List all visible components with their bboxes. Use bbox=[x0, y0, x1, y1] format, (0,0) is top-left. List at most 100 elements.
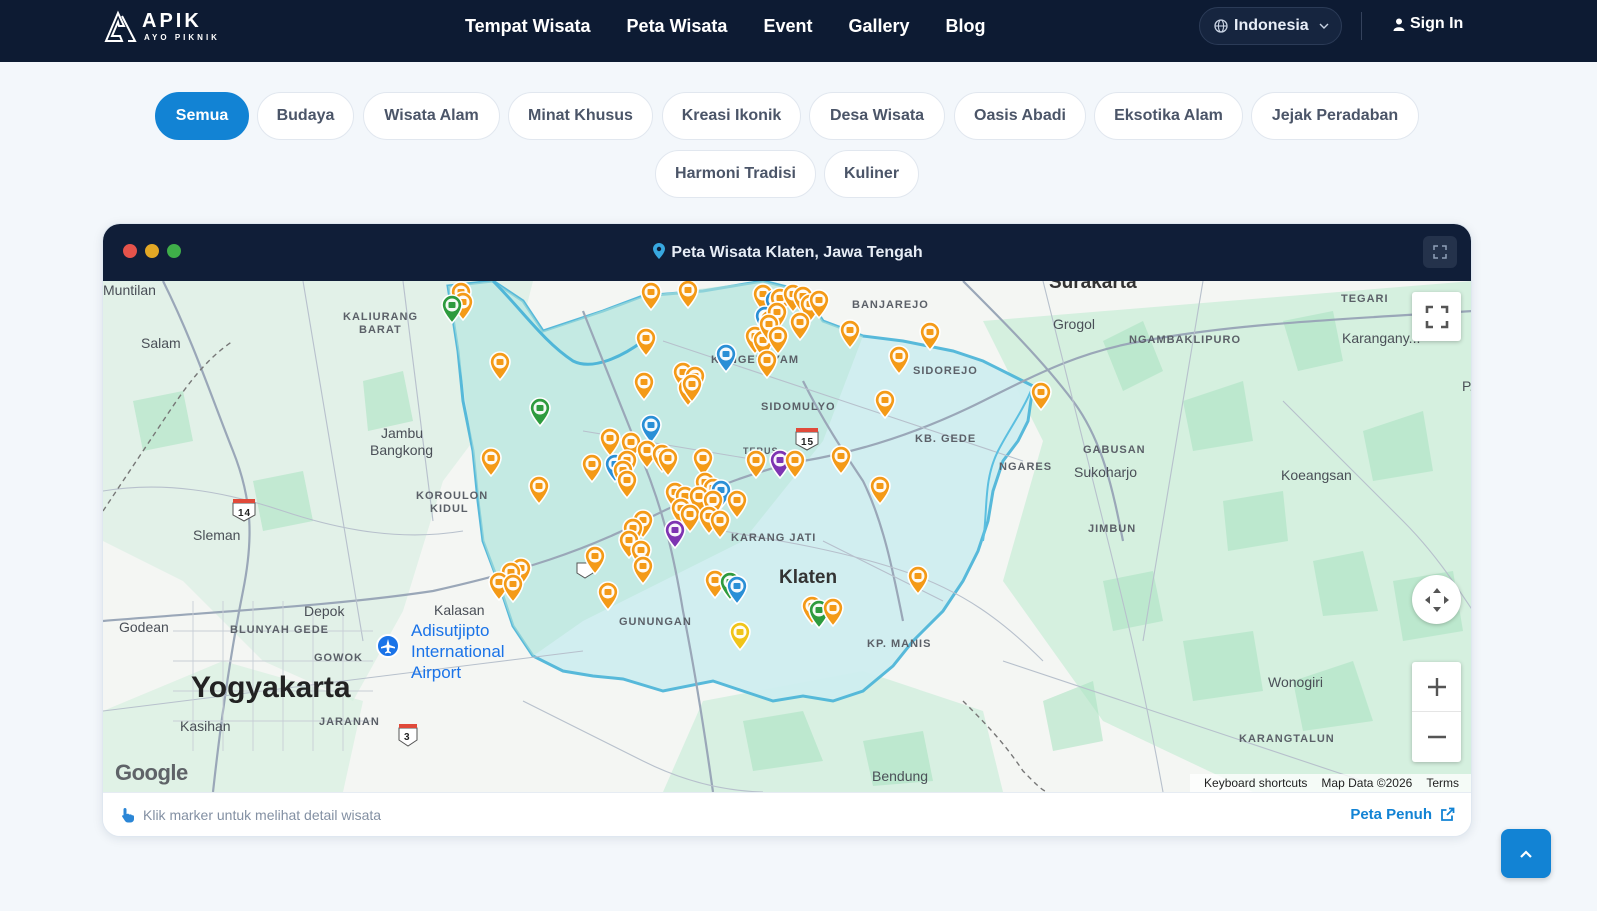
map-label-blunyah-gede: BLUNYAH GEDE bbox=[230, 624, 329, 636]
chip-eksotika-alam[interactable]: Eksotika Alam bbox=[1094, 92, 1243, 140]
map-label-gabusan: GABUSAN bbox=[1083, 444, 1146, 456]
language-selector[interactable]: Indonesia bbox=[1199, 7, 1342, 45]
map-pin-icon bbox=[653, 243, 666, 259]
road-shield-14: 14 bbox=[238, 508, 252, 519]
poi-marker-icon[interactable] bbox=[838, 319, 862, 349]
map-label-wonogiri: Wonogiri bbox=[1268, 674, 1323, 690]
map-label-kp-manis: KP. MANIS bbox=[867, 638, 932, 650]
poi-marker-icon[interactable] bbox=[615, 469, 639, 499]
zoom-out-button[interactable] bbox=[1412, 712, 1461, 762]
map-label-kalasan: Kalasan bbox=[434, 602, 485, 618]
map-pan-control[interactable] bbox=[1412, 575, 1461, 624]
map-canvas[interactable]: Muntilan Salam KALIURANG BARAT Surakarta… bbox=[103, 281, 1471, 792]
poi-marker-icon[interactable] bbox=[479, 447, 503, 477]
sign-in-button[interactable]: Sign In bbox=[1393, 15, 1463, 33]
poi-marker-icon[interactable] bbox=[632, 371, 656, 401]
poi-marker-icon[interactable] bbox=[906, 565, 930, 595]
brand-tagline: AYO PIKNIK bbox=[144, 33, 220, 42]
poi-marker-icon[interactable] bbox=[821, 597, 845, 627]
chip-oasis-abadi[interactable]: Oasis Abadi bbox=[954, 92, 1086, 140]
poi-marker-icon[interactable] bbox=[639, 281, 663, 311]
poi-marker-icon[interactable] bbox=[873, 389, 897, 419]
pan-icon bbox=[1424, 587, 1449, 612]
language-label: Indonesia bbox=[1234, 17, 1309, 34]
map-label-karanganyar: Karangany... bbox=[1342, 330, 1421, 346]
poi-marker-icon[interactable] bbox=[634, 327, 658, 357]
poi-marker-icon[interactable] bbox=[755, 349, 779, 379]
poi-marker-icon[interactable] bbox=[583, 545, 607, 575]
poi-marker-icon[interactable] bbox=[527, 475, 551, 505]
map-card-title-text: Peta Wisata Klaten, Jawa Tengah bbox=[671, 244, 923, 261]
map-label-koeangsan: Koeangsan bbox=[1281, 467, 1352, 483]
road-shield-3: 3 bbox=[404, 732, 411, 743]
map-label-godean: Godean bbox=[119, 619, 169, 635]
poi-marker-icon[interactable] bbox=[676, 281, 700, 309]
chip-budaya[interactable]: Budaya bbox=[257, 92, 354, 140]
nav-event[interactable]: Event bbox=[763, 16, 812, 37]
poi-marker-icon[interactable] bbox=[528, 397, 552, 427]
keyboard-shortcuts-link[interactable]: Keyboard shortcuts bbox=[1204, 776, 1307, 790]
map-fullscreen-button[interactable] bbox=[1412, 292, 1461, 341]
poi-marker-icon[interactable] bbox=[663, 519, 687, 549]
poi-marker-icon[interactable] bbox=[868, 475, 892, 505]
poi-marker-icon[interactable] bbox=[918, 321, 942, 351]
chip-semua[interactable]: Semua bbox=[155, 92, 249, 140]
map-label-kb-gede: KB. GEDE bbox=[915, 433, 977, 445]
poi-marker-icon[interactable] bbox=[708, 509, 732, 539]
map-label-salam: Salam bbox=[141, 335, 181, 351]
user-icon bbox=[1393, 18, 1405, 31]
map-label-depok: Depok bbox=[304, 603, 345, 619]
poi-marker-icon[interactable] bbox=[656, 447, 680, 477]
full-map-label: Peta Penuh bbox=[1350, 806, 1432, 823]
chip-desa-wisata[interactable]: Desa Wisata bbox=[809, 92, 945, 140]
map-card: Peta Wisata Klaten, Jawa Tengah Muntilan… bbox=[102, 223, 1472, 837]
map-hint: Klik marker untuk melihat detail wisata bbox=[121, 807, 381, 823]
poi-marker-icon[interactable] bbox=[783, 449, 807, 479]
poi-marker-icon[interactable] bbox=[829, 445, 853, 475]
terms-link[interactable]: Terms bbox=[1426, 776, 1459, 790]
poi-marker-icon[interactable] bbox=[1029, 381, 1053, 411]
poi-marker-icon[interactable] bbox=[488, 351, 512, 381]
poi-marker-icon[interactable] bbox=[596, 581, 620, 611]
nav-blog[interactable]: Blog bbox=[946, 16, 986, 37]
chip-wisata-alam[interactable]: Wisata Alam bbox=[363, 92, 500, 140]
poi-marker-icon[interactable] bbox=[728, 621, 752, 651]
chip-minat-khusus[interactable]: Minat Khusus bbox=[508, 92, 653, 140]
map-label-sidorejo: SIDOREJO bbox=[913, 365, 978, 377]
chip-kuliner[interactable]: Kuliner bbox=[824, 150, 919, 198]
nav-peta-wisata[interactable]: Peta Wisata bbox=[627, 16, 728, 37]
map-label-p: P. bbox=[1462, 378, 1471, 394]
chevron-down-icon bbox=[1319, 23, 1329, 29]
map-data-label: Map Data ©2026 bbox=[1321, 776, 1413, 790]
poi-marker-icon[interactable] bbox=[680, 373, 704, 403]
map-label-muntilan: Muntilan bbox=[103, 282, 156, 298]
poi-marker-icon[interactable] bbox=[887, 345, 911, 375]
map-label-koroulon-1: KOROULON bbox=[416, 490, 489, 502]
full-map-link[interactable]: Peta Penuh bbox=[1350, 806, 1455, 823]
poi-marker-icon[interactable] bbox=[501, 573, 525, 603]
poi-marker-icon[interactable] bbox=[580, 453, 604, 483]
map-card-header: Peta Wisata Klaten, Jawa Tengah bbox=[103, 224, 1471, 281]
map-label-yogyakarta: Yogyakarta bbox=[191, 671, 351, 704]
nav-gallery[interactable]: Gallery bbox=[848, 16, 909, 37]
chip-kreasi-ikonik[interactable]: Kreasi Ikonik bbox=[662, 92, 801, 140]
poi-marker-icon[interactable] bbox=[788, 311, 812, 341]
poi-marker-icon[interactable] bbox=[744, 449, 768, 479]
poi-marker-icon[interactable] bbox=[631, 555, 655, 585]
expand-map-button[interactable] bbox=[1423, 236, 1457, 268]
chip-harmoni-tradisi[interactable]: Harmoni Tradisi bbox=[655, 150, 816, 198]
map-label-airport-1: Adisutjipto bbox=[411, 621, 490, 640]
map-label-bendung: Bendung bbox=[872, 768, 929, 784]
chip-jejak-peradaban[interactable]: Jejak Peradaban bbox=[1251, 92, 1419, 140]
airport-icon[interactable] bbox=[376, 634, 400, 664]
nav-tempat-wisata[interactable]: Tempat Wisata bbox=[465, 16, 591, 37]
scroll-to-top-button[interactable] bbox=[1501, 829, 1551, 878]
poi-marker-icon[interactable] bbox=[714, 343, 738, 373]
map-label-bangkong: Bangkong bbox=[370, 442, 434, 458]
poi-marker-icon[interactable] bbox=[725, 575, 749, 605]
map-label-surakarta: Surakarta bbox=[1049, 281, 1137, 293]
poi-marker-icon[interactable] bbox=[440, 294, 464, 324]
map-label-kaliurang-2: BARAT bbox=[359, 324, 402, 336]
zoom-in-button[interactable] bbox=[1412, 662, 1461, 712]
brand-logo[interactable]: APIK AYO PIKNIK bbox=[104, 8, 234, 44]
